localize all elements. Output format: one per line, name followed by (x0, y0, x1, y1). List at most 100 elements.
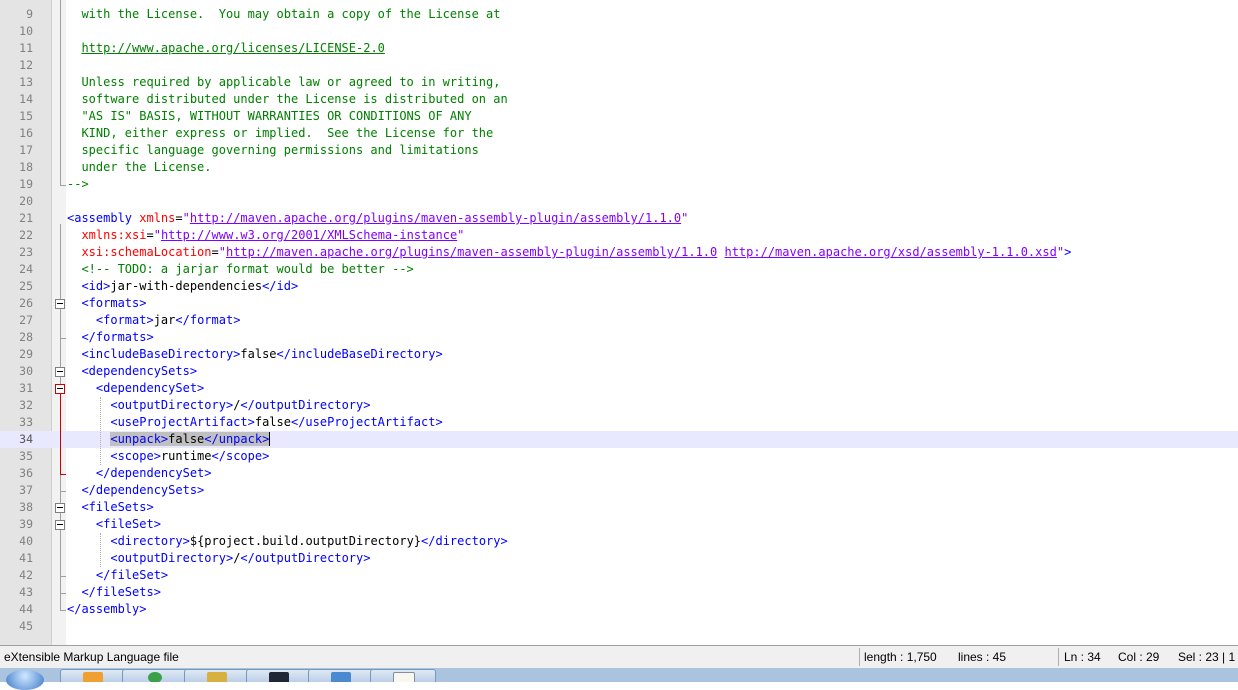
fold-line (60, 530, 61, 576)
code-line[interactable]: 18 under the License. (0, 159, 1238, 176)
code-text: <fileSets> (67, 499, 154, 516)
code-line[interactable]: 10 (0, 23, 1238, 40)
code-line[interactable]: 20 (0, 193, 1238, 210)
code-token: </format> (175, 313, 241, 327)
fold-toggle-icon[interactable] (55, 384, 65, 394)
code-token: </id> (262, 279, 299, 293)
code-line[interactable]: 37 </dependencySets> (0, 482, 1238, 499)
fold-end-mark (60, 185, 66, 186)
code-line[interactable]: 28 </formats> (0, 329, 1238, 346)
code-line[interactable]: 22 xmlns:xsi="http://www.w3.org/2001/XML… (0, 227, 1238, 244)
code-line[interactable]: 35 <scope>runtime</scope> (0, 448, 1238, 465)
code-line[interactable]: 45 (0, 618, 1238, 635)
code-line[interactable]: 23 xsi:schemaLocation="http://maven.apac… (0, 244, 1238, 261)
code-token: with the License. You may obtain a copy … (67, 7, 501, 21)
fold-end-mark (60, 593, 66, 594)
code-line[interactable]: 40 <directory>${project.build.outputDire… (0, 533, 1238, 550)
fold-end-mark (60, 491, 66, 492)
code-text: </formats> (67, 329, 153, 346)
taskbar-button-folder[interactable] (308, 669, 374, 682)
line-number: 16 (19, 126, 33, 140)
fold-toggle-icon[interactable] (55, 503, 65, 513)
code-token: " (1056, 245, 1065, 259)
fold-line (60, 394, 61, 474)
code-text: <scope>runtime</scope> (67, 448, 269, 465)
code-line[interactable]: 33 <useProjectArtifact>false</useProject… (0, 414, 1238, 431)
code-token: <dependencySets> (81, 364, 198, 378)
line-number: 45 (19, 619, 33, 633)
line-number: 15 (19, 109, 33, 123)
code-token: <useProjectArtifact> (110, 415, 255, 429)
taskbar-button-firefox[interactable] (60, 669, 126, 682)
code-text: under the License. (67, 159, 211, 176)
code-token: <fileSets> (81, 500, 154, 514)
code-token: </scope> (211, 449, 270, 463)
code-token: > (1064, 245, 1072, 259)
code-line[interactable]: 34 <unpack>false</unpack> (0, 431, 1238, 448)
code-token: </outputDirectory> (240, 551, 371, 565)
code-line[interactable]: 30 <dependencySets> (0, 363, 1238, 380)
code-text: xsi:schemaLocation="http://maven.apache.… (67, 244, 1071, 261)
code-token: software distributed under the License i… (67, 92, 508, 106)
code-line[interactable]: 25 <id>jar-with-dependencies</id> (0, 278, 1238, 295)
code-token: </directory> (421, 534, 508, 548)
code-line[interactable]: 29 <includeBaseDirectory>false</includeB… (0, 346, 1238, 363)
taskbar-button-terminal[interactable] (246, 669, 312, 682)
status-bar: eXtensible Markup Language file length :… (0, 645, 1238, 668)
code-line[interactable]: 21 <assembly xmlns="http://maven.apache.o… (0, 210, 1238, 227)
code-token: <includeBaseDirectory> (81, 347, 241, 361)
code-line[interactable]: 32 <outputDirectory>/</outputDirectory> (0, 397, 1238, 414)
code-line[interactable]: 44 </assembly> (0, 601, 1238, 618)
code-line[interactable]: 14 software distributed under the Licens… (0, 91, 1238, 108)
code-line[interactable]: 26 <formats> (0, 295, 1238, 312)
code-editor[interactable]: 9 with the License. You may obtain a cop… (0, 0, 1238, 645)
code-line[interactable]: 42 </fileSet> (0, 567, 1238, 584)
code-line[interactable]: 9 with the License. You may obtain a cop… (0, 6, 1238, 23)
code-line[interactable]: 17 specific language governing permissio… (0, 142, 1238, 159)
code-line[interactable]: 19 --> (0, 176, 1238, 193)
line-number: 40 (19, 534, 33, 548)
code-line[interactable]: 24 <!-- TODO: a jarjar format would be b… (0, 261, 1238, 278)
fold-toggle-icon[interactable] (55, 299, 65, 309)
code-line[interactable]: 31 <dependencySet> (0, 380, 1238, 397)
code-line[interactable]: 11 http://www.apache.org/licenses/LICENS… (0, 40, 1238, 57)
folder-icon (331, 672, 351, 682)
line-number: 39 (19, 517, 33, 531)
code-text: <unpack>false</unpack> (67, 431, 271, 448)
status-lines: lines : 45 (958, 650, 1007, 664)
code-line[interactable]: 41 <outputDirectory>/</outputDirectory> (0, 550, 1238, 567)
code-token: " (457, 228, 465, 242)
code-line[interactable]: 12 (0, 57, 1238, 74)
code-text: </dependencySet> (67, 465, 212, 482)
line-number: 20 (19, 194, 33, 208)
code-line[interactable]: 15 "AS IS" BASIS, WITHOUT WARRANTIES OR … (0, 108, 1238, 125)
code-line[interactable]: 13 Unless required by applicable law or … (0, 74, 1238, 91)
fold-end-mark (60, 576, 66, 577)
code-token: " (182, 211, 190, 225)
code-line[interactable]: 43 </fileSets> (0, 584, 1238, 601)
line-number: 30 (19, 364, 33, 378)
fold-toggle-icon[interactable] (55, 520, 65, 530)
code-token: </includeBaseDirectory> (276, 347, 443, 361)
taskbar-button-explorer[interactable] (184, 669, 250, 682)
code-token: </dependencySet> (95, 466, 212, 480)
code-line[interactable]: 16 KIND, either express or implied. See … (0, 125, 1238, 142)
taskbar-button-notepad[interactable] (370, 669, 436, 682)
line-number: 25 (19, 279, 33, 293)
line-number: 10 (19, 24, 33, 38)
start-button[interactable] (6, 670, 44, 690)
fold-toggle-icon[interactable] (55, 367, 65, 377)
code-line[interactable]: 27 <format>jar</format> (0, 312, 1238, 329)
code-line[interactable]: 36 </dependencySet> (0, 465, 1238, 482)
chrome-icon (148, 672, 162, 682)
code-line[interactable]: 38 <fileSets> (0, 499, 1238, 516)
taskbar-button-chrome[interactable] (122, 669, 188, 682)
code-line[interactable]: 39 <fileSet> (0, 516, 1238, 533)
